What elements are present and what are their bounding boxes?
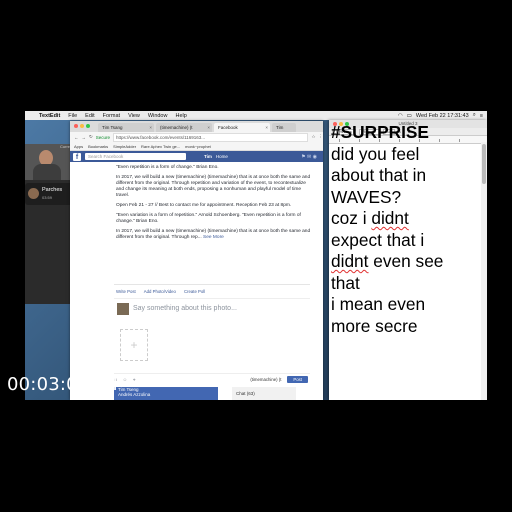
audience-selector[interactable]: (timemachine) (t bbox=[250, 377, 281, 382]
url-field[interactable]: https://www.facebook.com/events/1169163.… bbox=[113, 132, 309, 142]
post-paragraph: In 2017, we will build a new (timemachin… bbox=[116, 229, 314, 241]
list-icon[interactable]: ≡ bbox=[480, 113, 483, 119]
battery-icon[interactable]: ▭ bbox=[407, 113, 412, 119]
tab-strip: Tim Tsang × (timemachine) (t × Facebook × T… bbox=[70, 121, 323, 132]
minimize-window-icon[interactable] bbox=[80, 124, 84, 128]
close-tab-icon[interactable]: × bbox=[207, 123, 212, 132]
home-link[interactable]: Home bbox=[216, 154, 228, 159]
tab-tim[interactable]: Tim bbox=[272, 123, 296, 132]
bookmark-monk[interactable]: monk~prophet bbox=[185, 144, 211, 149]
add-photo-tab[interactable]: Add Photo/Video bbox=[144, 289, 176, 294]
composer-avatar bbox=[117, 303, 129, 315]
event-description: "Even repetition is a form of change." B… bbox=[70, 162, 323, 241]
doc-line: more secre bbox=[331, 315, 418, 336]
search-icon[interactable]: ⌕ bbox=[473, 112, 476, 119]
doc-line: that bbox=[331, 272, 360, 293]
bookmark-simpleadder[interactable]: SimpleAdder bbox=[113, 144, 136, 149]
wifi-icon[interactable]: ◠ bbox=[398, 113, 403, 119]
doc-line: i mean even bbox=[331, 294, 426, 314]
video-call-panel bbox=[25, 144, 70, 304]
reload-icon[interactable]: ↻ bbox=[89, 134, 93, 140]
composer-input[interactable]: Say something about this photo... bbox=[133, 305, 237, 312]
facebook-search-input[interactable]: Search Facebook bbox=[85, 153, 186, 160]
notifications-icons[interactable]: ⚑ ✉ ◉ bbox=[301, 154, 323, 160]
window-controls bbox=[74, 124, 90, 128]
textedit-window: Untitled 3 Helvetica Regular 18 B I U #S… bbox=[329, 120, 487, 400]
camera-feed bbox=[25, 144, 70, 180]
caller-avatar bbox=[28, 188, 39, 199]
menu-file[interactable]: File bbox=[64, 113, 81, 119]
write-post-tab[interactable]: Write Post bbox=[116, 289, 136, 294]
post-paragraph: Open Feb 21 - 27 // Best to contact me f… bbox=[116, 203, 292, 208]
close-tab-icon[interactable]: × bbox=[149, 123, 154, 132]
chat-button[interactable]: Chat (63) bbox=[232, 387, 296, 400]
tab-label: (timemachine) (t bbox=[160, 125, 193, 130]
tab-label: Tim Tsang bbox=[102, 125, 123, 130]
menu-window[interactable]: Window bbox=[144, 113, 172, 119]
star-icon[interactable]: ☆ bbox=[311, 134, 315, 140]
bookmarks-bar: Apps Bookmarks SimpleAdder Rare Aphex Tw… bbox=[70, 142, 323, 151]
zoom-window-icon[interactable] bbox=[86, 124, 90, 128]
tab-label: Facebook bbox=[218, 125, 238, 130]
post-paragraph: "Even repetition is a form of change." B… bbox=[116, 165, 219, 170]
back-icon[interactable]: ← bbox=[74, 135, 79, 140]
menu-clock[interactable]: Wed Feb 22 17:31:43 bbox=[416, 113, 469, 119]
video-timecode: 00:03:04;24 bbox=[7, 374, 120, 395]
people-list: Tim Tseng Andrés Azzolina bbox=[114, 387, 218, 400]
doc-line: #SURPRISE bbox=[331, 122, 429, 142]
desktop-screen: TextEdit File Edit Format View Window He… bbox=[25, 111, 487, 400]
doc-line: WAVES? bbox=[331, 186, 402, 207]
post-button[interactable]: Post bbox=[287, 375, 308, 383]
person-name[interactable]: Andrés Azzolina bbox=[118, 392, 218, 397]
menu-app-name[interactable]: TextEdit bbox=[35, 113, 64, 119]
menu-dots-icon[interactable]: ⋮ bbox=[319, 134, 324, 140]
doc-line: did you feel bbox=[331, 143, 420, 164]
menu-view[interactable]: View bbox=[124, 113, 144, 119]
menu-status-area: ◠ ▭ Wed Feb 22 17:31:43 ⌕ ≡ bbox=[398, 112, 487, 119]
document-body[interactable]: #SURPRISE did you feel about that in WAV… bbox=[331, 122, 479, 337]
tab-label: Tim bbox=[276, 125, 284, 130]
caller-body bbox=[33, 164, 61, 180]
menu-edit[interactable]: Edit bbox=[81, 113, 98, 119]
bookmark-aphex[interactable]: Rare Aphex Twin ge... bbox=[141, 144, 180, 149]
bookmark-apps[interactable]: Apps bbox=[74, 144, 83, 149]
composer-tabs: Write Post Add Photo/Video Create Poll bbox=[114, 285, 310, 299]
call-duration: 03:59 bbox=[42, 195, 53, 200]
close-tab-icon[interactable]: × bbox=[265, 123, 270, 132]
add-photo-icon[interactable]: + bbox=[120, 329, 148, 361]
see-more-link[interactable]: See More bbox=[203, 235, 224, 240]
post-composer: Write Post Add Photo/Video Create Poll S… bbox=[114, 284, 310, 385]
profile-link[interactable]: Tim bbox=[204, 154, 212, 159]
create-poll-tab[interactable]: Create Poll bbox=[184, 289, 205, 294]
menu-help[interactable]: Help bbox=[171, 113, 190, 119]
facebook-logo-icon[interactable]: f bbox=[73, 152, 81, 161]
tab-timemachine[interactable]: (timemachine) (t × bbox=[156, 123, 212, 132]
menu-format[interactable]: Format bbox=[99, 113, 124, 119]
doc-line: about that in bbox=[331, 165, 427, 185]
tab-tim-tsang[interactable]: Tim Tsang × bbox=[98, 123, 154, 132]
post-paragraph: In 2017, we will build a new (timemachin… bbox=[116, 175, 311, 198]
facebook-bottom-bar: Tim Tseng Andrés Azzolina Chat (63) bbox=[114, 387, 323, 400]
doc-line: coz i didnt bbox=[331, 208, 409, 228]
editor-scroll-thumb[interactable] bbox=[482, 144, 486, 184]
close-window-icon[interactable] bbox=[74, 124, 78, 128]
forward-icon[interactable]: → bbox=[82, 135, 87, 140]
location-icon[interactable]: ⌖ bbox=[133, 377, 135, 382]
doc-line: didnt even see bbox=[331, 251, 444, 271]
caller-name: Parches bbox=[42, 187, 63, 193]
secure-badge[interactable]: Secure bbox=[96, 135, 110, 140]
bookmark-bookmarks[interactable]: Bookmarks bbox=[88, 144, 108, 149]
composer-footer: ◙ ☺ ⌖ (timemachine) (t Post bbox=[114, 373, 310, 384]
post-paragraph: "Even variation is a form of repetition.… bbox=[116, 213, 301, 224]
facebook-header: f Search Facebook Tim Home ⚑ ✉ ◉ bbox=[70, 151, 323, 162]
tag-icon[interactable]: ☺ bbox=[123, 377, 127, 382]
tab-facebook[interactable]: Facebook × bbox=[214, 123, 270, 132]
browser-window: Tim Tsang × (timemachine) (t × Facebook × T… bbox=[70, 121, 323, 400]
doc-line: expect that i bbox=[331, 229, 425, 250]
menu-bar: TextEdit File Edit Format View Window He… bbox=[25, 111, 487, 120]
address-bar-row: ← → ↻ Secure https://www.facebook.com/ev… bbox=[70, 132, 323, 142]
